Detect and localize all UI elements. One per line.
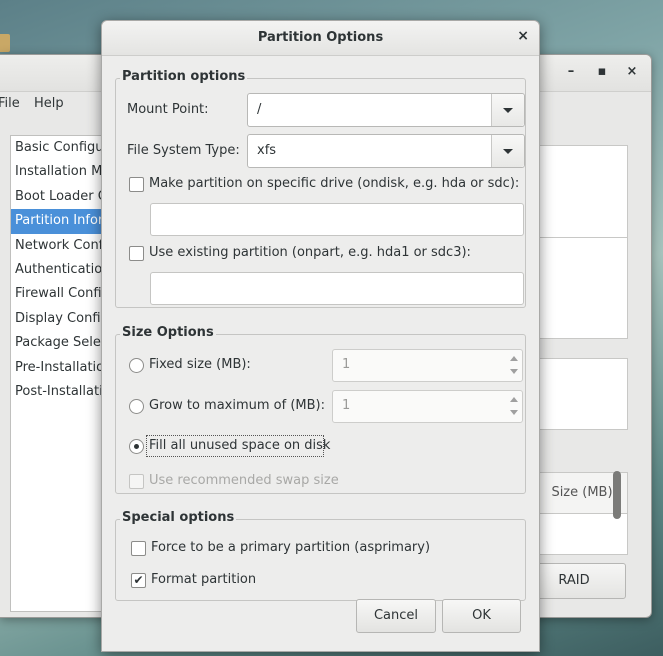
ok-button[interactable]: OK xyxy=(442,599,521,633)
onpart-input[interactable] xyxy=(150,272,524,305)
chevron-down-icon xyxy=(503,149,513,154)
grow-max-value: 1 xyxy=(342,398,351,413)
spinner-down-icon[interactable] xyxy=(510,410,518,415)
ondisk-label: Make partition on specific drive (ondisk… xyxy=(149,176,520,191)
asprimary-checkbox[interactable] xyxy=(131,541,146,556)
partition-table xyxy=(536,513,628,555)
grow-max-radio[interactable] xyxy=(129,399,144,414)
onpart-checkbox[interactable] xyxy=(129,246,144,261)
menu-file[interactable]: File xyxy=(0,96,20,111)
fs-type-value: xfs xyxy=(257,143,277,158)
ondisk-input[interactable] xyxy=(150,203,524,236)
cancel-button[interactable]: Cancel xyxy=(356,599,436,633)
fixed-size-value: 1 xyxy=(342,357,351,372)
close-icon[interactable]: × xyxy=(622,64,642,82)
dialog-title: Partition Options xyxy=(257,30,384,45)
fixed-size-radio[interactable] xyxy=(129,358,144,373)
fs-type-label: File System Type: xyxy=(127,143,240,158)
size-options-heading: Size Options xyxy=(120,325,216,340)
radio-selected-dot xyxy=(134,444,139,449)
spinner-up-icon[interactable] xyxy=(510,397,518,402)
right-panel-mid xyxy=(536,237,628,339)
partition-options-heading: Partition options xyxy=(120,69,248,84)
right-panel-lower xyxy=(536,358,628,430)
grow-max-spinner[interactable]: 1 xyxy=(332,390,523,423)
chevron-down-icon xyxy=(503,108,513,113)
special-options-frame: Special options xyxy=(115,510,526,601)
format-partition-checkbox[interactable]: ✔ xyxy=(131,573,146,588)
mount-point-value: / xyxy=(257,102,262,117)
fs-type-dropdown-button[interactable] xyxy=(491,135,524,167)
dialog-titlebar: Partition Options × xyxy=(102,21,539,56)
mount-point-dropdown-button[interactable] xyxy=(491,94,524,126)
asprimary-label: Force to be a primary partition (asprima… xyxy=(151,540,431,555)
spinner-down-icon[interactable] xyxy=(510,369,518,374)
partition-options-dialog: Partition Options × Partition options Mo… xyxy=(101,20,540,652)
desktop-folder-icon xyxy=(0,34,10,52)
partition-table-scrollbar[interactable] xyxy=(613,471,621,519)
swap-size-label: Use recommended swap size xyxy=(149,473,339,488)
mount-point-combo[interactable]: / xyxy=(247,93,525,127)
right-panel-top xyxy=(536,145,628,247)
fs-type-combo[interactable]: xfs xyxy=(247,134,525,168)
fill-space-label: Fill all unused space on disk xyxy=(149,438,331,453)
swap-size-checkbox[interactable] xyxy=(129,474,144,489)
grow-max-label: Grow to maximum of (MB): xyxy=(149,398,325,413)
menu-help[interactable]: Help xyxy=(34,96,64,111)
minimize-icon[interactable]: – xyxy=(561,64,581,82)
dialog-close-icon[interactable]: × xyxy=(517,28,529,44)
maximize-icon[interactable]: ▪ xyxy=(592,64,612,82)
spinner-up-icon[interactable] xyxy=(510,356,518,361)
fixed-size-spinner[interactable]: 1 xyxy=(332,349,523,382)
format-partition-label: Format partition xyxy=(151,572,257,587)
special-options-heading: Special options xyxy=(120,510,237,525)
fill-space-radio[interactable] xyxy=(129,439,144,454)
ondisk-checkbox[interactable] xyxy=(129,177,144,192)
mount-point-label: Mount Point: xyxy=(127,102,209,117)
fixed-size-label: Fixed size (MB): xyxy=(149,357,251,372)
onpart-label: Use existing partition (onpart, e.g. hda… xyxy=(149,245,471,260)
